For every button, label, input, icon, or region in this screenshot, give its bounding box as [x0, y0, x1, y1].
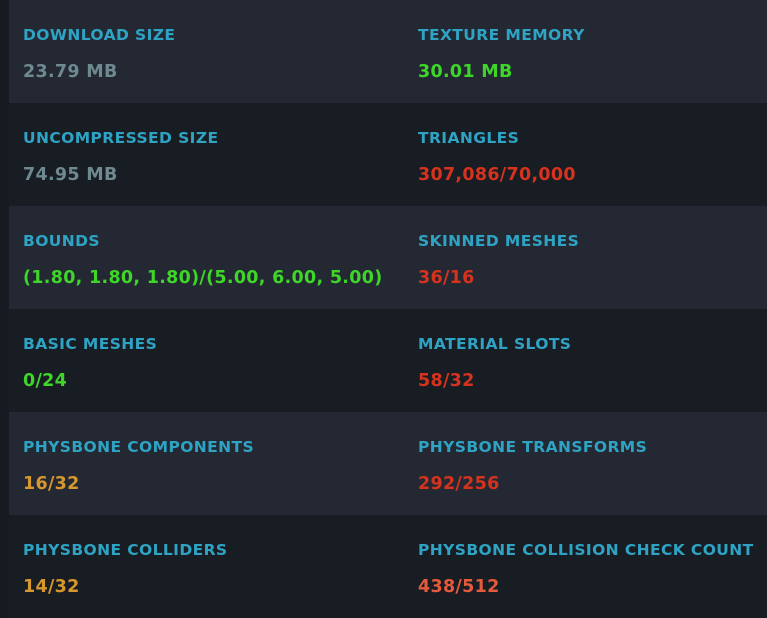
stat-value: 438/512 [418, 577, 500, 597]
stat-bounds: BOUNDS (1.80, 1.80, 1.80)/(5.00, 6.00, 5… [23, 206, 415, 309]
stat-row-2: UNCOMPRESSED SIZE 74.95 MB TRIANGLES 307… [9, 103, 767, 206]
stat-label: BASIC MESHES [23, 335, 158, 353]
stat-value: 14/32 [23, 577, 80, 597]
stat-value: 58/32 [418, 371, 475, 391]
performance-stats-panel: DOWNLOAD SIZE 23.79 MB TEXTURE MEMORY 30… [9, 0, 767, 618]
stat-label: TEXTURE MEMORY [418, 26, 585, 44]
stat-row-3: BOUNDS (1.80, 1.80, 1.80)/(5.00, 6.00, 5… [9, 206, 767, 309]
stat-value: 36/16 [418, 268, 475, 288]
stat-physbone-components: PHYSBONE COMPONENTS 16/32 [23, 412, 415, 515]
stat-value: 30.01 MB [418, 62, 513, 82]
stat-value: 74.95 MB [23, 165, 118, 185]
stat-physbone-colliders: PHYSBONE COLLIDERS 14/32 [23, 515, 415, 618]
stat-value: (1.80, 1.80, 1.80)/(5.00, 6.00, 5.00) [23, 268, 383, 288]
stat-row-5: PHYSBONE COMPONENTS 16/32 PHYSBONE TRANS… [9, 412, 767, 515]
stat-label: TRIANGLES [418, 129, 520, 147]
stat-uncompressed-size: UNCOMPRESSED SIZE 74.95 MB [23, 103, 415, 206]
stat-label: UNCOMPRESSED SIZE [23, 129, 219, 147]
stat-download-size: DOWNLOAD SIZE 23.79 MB [23, 0, 415, 103]
stat-skinned-meshes: SKINNED MESHES 36/16 [418, 206, 767, 309]
stat-row-6: PHYSBONE COLLIDERS 14/32 PHYSBONE COLLIS… [9, 515, 767, 618]
stat-value: 16/32 [23, 474, 80, 494]
stat-label: PHYSBONE COLLIDERS [23, 541, 228, 559]
stat-texture-memory: TEXTURE MEMORY 30.01 MB [418, 0, 767, 103]
stat-label: PHYSBONE COLLISION CHECK COUNT [418, 541, 754, 559]
stat-physbone-transforms: PHYSBONE TRANSFORMS 292/256 [418, 412, 767, 515]
stat-label: PHYSBONE TRANSFORMS [418, 438, 648, 456]
stat-physbone-collision-check-count: PHYSBONE COLLISION CHECK COUNT 438/512 [418, 515, 767, 618]
stat-label: PHYSBONE COMPONENTS [23, 438, 255, 456]
stat-basic-meshes: BASIC MESHES 0/24 [23, 309, 415, 412]
stat-value: 307,086/70,000 [418, 165, 576, 185]
stat-material-slots: MATERIAL SLOTS 58/32 [418, 309, 767, 412]
stat-row-4: BASIC MESHES 0/24 MATERIAL SLOTS 58/32 [9, 309, 767, 412]
stat-label: DOWNLOAD SIZE [23, 26, 176, 44]
stat-row-1: DOWNLOAD SIZE 23.79 MB TEXTURE MEMORY 30… [9, 0, 767, 103]
stat-label: BOUNDS [23, 232, 100, 250]
stat-value: 292/256 [418, 474, 500, 494]
stat-label: SKINNED MESHES [418, 232, 580, 250]
stat-triangles: TRIANGLES 307,086/70,000 [418, 103, 767, 206]
stat-value: 0/24 [23, 371, 68, 391]
stat-value: 23.79 MB [23, 62, 118, 82]
stat-label: MATERIAL SLOTS [418, 335, 572, 353]
